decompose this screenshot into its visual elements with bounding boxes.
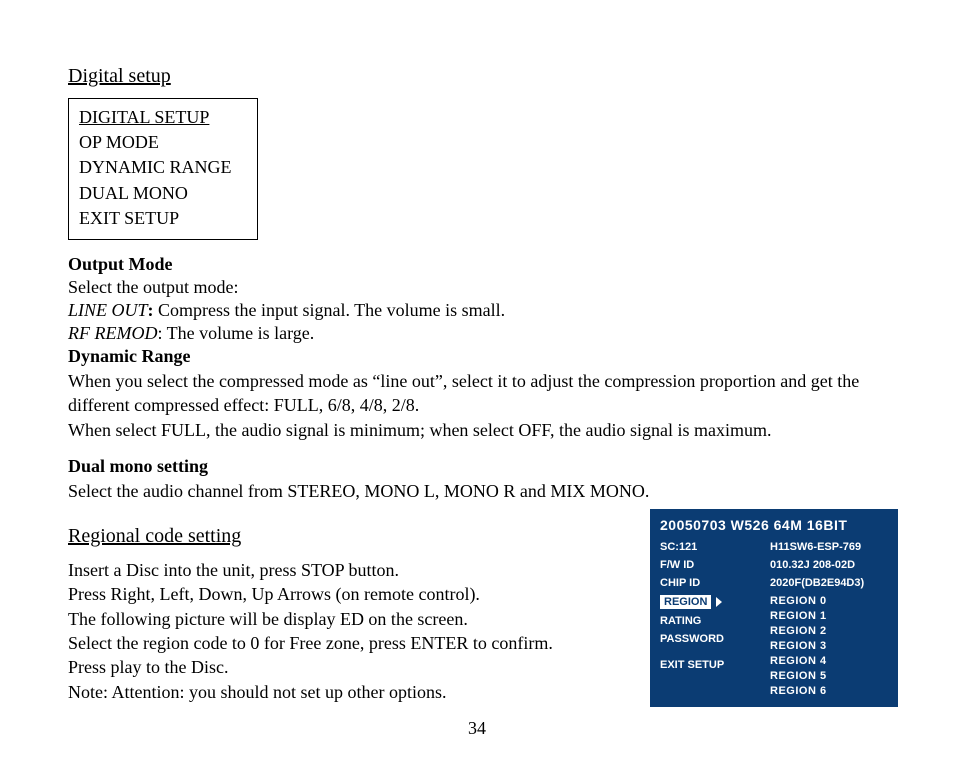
line-out-label: LINE OUT (68, 300, 148, 320)
dynamic-range-p1: When you select the compressed mode as “… (68, 369, 899, 418)
region-option[interactable]: REGION 5 (770, 670, 827, 682)
dynamic-range-p2: When select FULL, the audio signal is mi… (68, 418, 899, 442)
regional-line: Press Right, Left, Down, Up Arrows (on r… (68, 582, 628, 606)
region-option[interactable]: REGION 2 (770, 625, 827, 637)
region-list: REGION 0 REGION 1 REGION 2 REGION 3 REGI… (770, 595, 827, 700)
line-out-desc: Compress the input signal. The volume is… (154, 300, 506, 320)
digital-setup-heading: Digital setup (68, 65, 899, 88)
menu-item: DUAL MONO (79, 181, 247, 206)
regional-line: Note: Attention: you should not set up o… (68, 680, 628, 704)
triangle-right-icon (716, 597, 722, 607)
fw-id-label: F/W ID (660, 559, 770, 571)
rf-remod-desc: : The volume is large. (157, 323, 314, 343)
rf-remod-row: RF REMOD: The volume is large. (68, 323, 899, 344)
region-button[interactable]: REGION (660, 595, 711, 609)
output-mode-intro: Select the output mode: (68, 277, 899, 298)
regional-line: Select the region code to 0 for Free zon… (68, 631, 628, 655)
chip-id-label: CHIP ID (660, 577, 770, 589)
fw-id-value: 010.32J 208-02D (770, 559, 888, 571)
firmware-top-line: 20050703 W526 64M 16BIT (660, 517, 888, 533)
region-option[interactable]: REGION 1 (770, 610, 827, 622)
rating-menu-item[interactable]: RATING (660, 615, 770, 627)
regional-line: Press play to the Disc. (68, 655, 628, 679)
menu-item: EXIT SETUP (79, 206, 247, 231)
digital-setup-menu: DIGITAL SETUP OP MODE DYNAMIC RANGE DUAL… (68, 98, 258, 240)
menu-item: OP MODE (79, 130, 247, 155)
region-option[interactable]: REGION 6 (770, 685, 827, 697)
sc-value: H11SW6-ESP-769 (770, 541, 888, 553)
firmware-panel: 20050703 W526 64M 16BIT SC:121 H11SW6-ES… (650, 509, 898, 707)
menu-item: DYNAMIC RANGE (79, 155, 247, 180)
page-number: 34 (0, 718, 954, 739)
output-mode-title: Output Mode (68, 254, 899, 275)
region-option[interactable]: REGION 4 (770, 655, 827, 667)
password-menu-item[interactable]: PASSWORD (660, 633, 770, 645)
menu-title: DIGITAL SETUP (79, 105, 247, 130)
dynamic-range-title: Dynamic Range (68, 346, 899, 367)
line-out-row: LINE OUT: Compress the input signal. The… (68, 300, 899, 321)
region-option[interactable]: REGION 0 (770, 595, 827, 607)
region-menu-item[interactable]: REGION (660, 595, 770, 609)
sc-label: SC:121 (660, 541, 770, 553)
region-option[interactable]: REGION 3 (770, 640, 827, 652)
dual-mono-title: Dual mono setting (68, 456, 899, 477)
regional-line: The following picture will be display ED… (68, 607, 628, 631)
dual-mono-p: Select the audio channel from STEREO, MO… (68, 479, 899, 503)
chip-id-value: 2020F(DB2E94D3) (770, 577, 888, 589)
firmware-menu: REGION RATING PASSWORD EXIT SETUP (660, 595, 770, 700)
exit-setup-menu-item[interactable]: EXIT SETUP (660, 659, 770, 671)
rf-remod-label: RF REMOD (68, 323, 157, 343)
regional-line: Insert a Disc into the unit, press STOP … (68, 558, 628, 582)
